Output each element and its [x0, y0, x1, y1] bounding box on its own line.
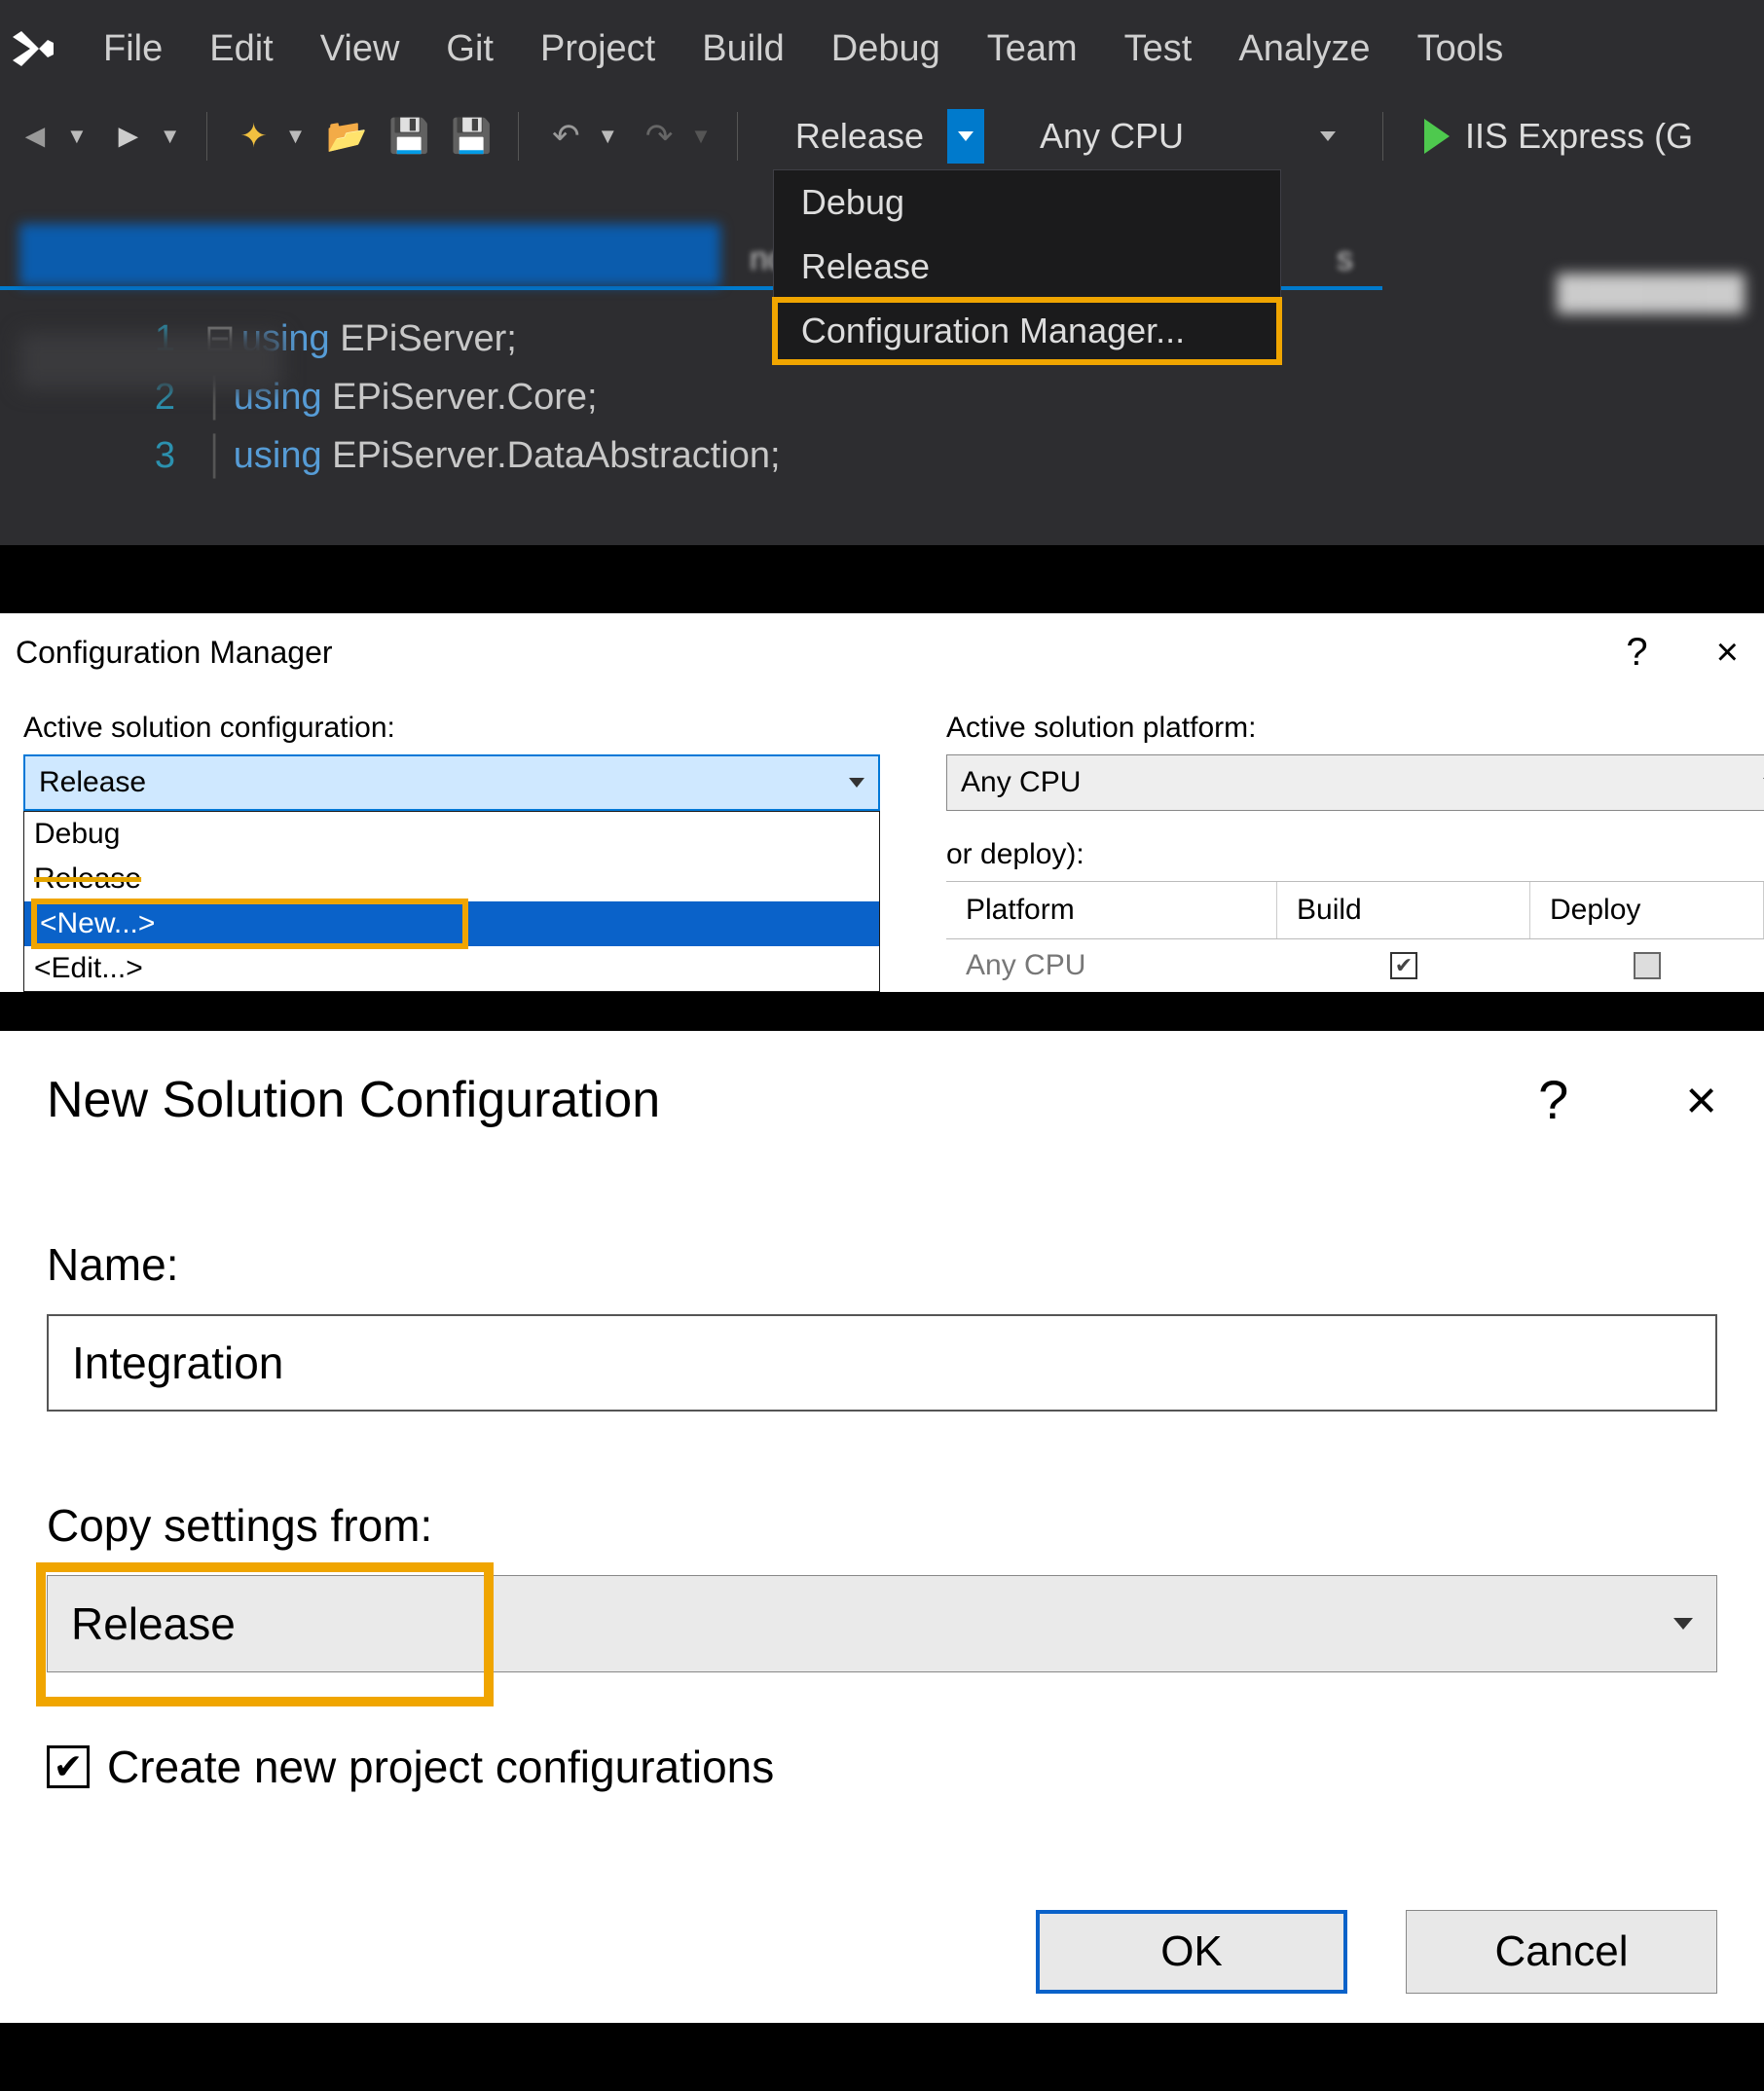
name-input-value: Integration — [72, 1337, 283, 1389]
dialog-titlebar: New Solution Configuration ? × — [47, 1068, 1717, 1131]
separator — [1382, 112, 1383, 161]
deploy-checkbox[interactable] — [1634, 952, 1661, 979]
separator — [518, 112, 519, 161]
visual-studio-window: File Edit View Git Project Build Debug T… — [0, 0, 1764, 545]
ok-button[interactable]: OK — [1036, 1910, 1347, 1994]
save-icon[interactable]: 💾 — [387, 115, 430, 158]
dialog-title: New Solution Configuration — [47, 1071, 660, 1129]
menu-team[interactable]: Team — [987, 28, 1078, 70]
menu-edit[interactable]: Edit — [209, 28, 273, 70]
new-solution-configuration-dialog: New Solution Configuration ? × Name: Int… — [0, 1031, 1764, 2023]
nav-forward-icon[interactable]: ► — [107, 115, 150, 158]
close-icon[interactable]: × — [1716, 631, 1739, 675]
open-folder-icon[interactable]: 📂 — [325, 115, 368, 158]
run-target-label: IIS Express (G — [1465, 116, 1693, 157]
active-tab-blurred[interactable] — [19, 224, 720, 286]
run-button[interactable]: IIS Express (G — [1409, 116, 1693, 157]
copy-from-value: Release — [71, 1597, 236, 1650]
col-build[interactable]: Build — [1277, 882, 1530, 938]
undo-icon[interactable]: ↶ — [544, 115, 587, 158]
help-icon[interactable]: ? — [1538, 1068, 1568, 1131]
list-item-release[interactable]: Release — [24, 857, 879, 901]
dropdown-item-config-manager[interactable]: Configuration Manager... — [774, 299, 1280, 363]
play-icon — [1424, 119, 1450, 154]
chevron-down-icon[interactable]: ▼ — [597, 124, 618, 149]
name-label: Name: — [47, 1238, 1717, 1291]
separator — [206, 112, 207, 161]
solution-platform-selector[interactable]: Any CPU — [1018, 107, 1357, 165]
tab-overflow-blurred: ████████ — [1557, 275, 1745, 312]
chevron-down-icon — [1673, 1618, 1693, 1630]
checkbox-icon[interactable]: ✔ — [47, 1745, 90, 1788]
menu-file[interactable]: File — [103, 28, 163, 70]
dialog-button-row: OK Cancel — [47, 1910, 1717, 1994]
active-platform-value: Any CPU — [961, 766, 1081, 799]
menu-project[interactable]: Project — [540, 28, 655, 70]
dialog-titlebar: Configuration Manager ? × — [0, 613, 1764, 692]
chevron-down-icon — [1320, 131, 1336, 141]
solution-config-selector[interactable]: Release — [773, 107, 999, 165]
create-new-project-configs-row[interactable]: ✔ Create new project configurations — [47, 1741, 1717, 1793]
close-icon[interactable]: × — [1685, 1068, 1717, 1131]
copy-from-select[interactable]: Release — [47, 1575, 1717, 1672]
menu-bar: File Edit View Git Project Build Debug T… — [0, 0, 1764, 97]
active-platform-label: Active solution platform: — [946, 712, 1764, 745]
active-config-select[interactable]: Release — [23, 754, 880, 811]
menu-build[interactable]: Build — [702, 28, 785, 70]
menu-debug[interactable]: Debug — [831, 28, 940, 70]
dropdown-button-icon[interactable] — [947, 109, 984, 164]
code-text: EPiServer.Core; — [322, 377, 598, 418]
cancel-button[interactable]: Cancel — [1406, 1910, 1717, 1994]
configuration-manager-dialog: Configuration Manager ? × Active solutio… — [0, 613, 1764, 992]
active-config-label: Active solution configuration: — [23, 712, 900, 745]
active-config-dropdown-list: Debug Release <New...> <Edit...> — [23, 811, 880, 992]
new-item-icon[interactable]: ✦ — [233, 115, 276, 158]
cell-platform[interactable]: Any CPU — [946, 949, 1277, 982]
list-item-debug[interactable]: Debug — [24, 812, 879, 857]
dropdown-item-debug[interactable]: Debug — [774, 170, 1280, 235]
dialog-title: Configuration Manager — [16, 635, 333, 671]
menu-view[interactable]: View — [320, 28, 400, 70]
keyword: using — [234, 435, 322, 476]
col-platform[interactable]: Platform — [946, 882, 1277, 938]
menu-git[interactable]: Git — [446, 28, 494, 70]
list-item-new[interactable]: <New...> — [24, 901, 879, 946]
menu-analyze[interactable]: Analyze — [1238, 28, 1370, 70]
chevron-down-icon — [849, 778, 864, 788]
grid-hint-text: or deploy): — [946, 838, 1764, 871]
code-text: EPiServer.DataAbstraction; — [322, 435, 781, 476]
project-grid-header: Platform Build Deploy — [946, 881, 1764, 939]
vs-logo-icon — [10, 25, 56, 72]
col-deploy[interactable]: Deploy — [1530, 882, 1764, 938]
code-text: EPiServer; — [330, 318, 517, 359]
tab-text-truncated: s — [1337, 240, 1353, 286]
solution-platform-value: Any CPU — [1040, 116, 1184, 157]
toolbar: ◄ ▼ ► ▼ ✦ ▼ 📂 💾 💾 ↶ ▼ ↷ ▼ Release Debug … — [0, 97, 1764, 175]
line-number: 3 — [0, 426, 175, 485]
breadcrumb-blurred — [19, 333, 282, 389]
nav-back-icon[interactable]: ◄ — [14, 115, 56, 158]
copy-from-label: Copy settings from: — [47, 1499, 1717, 1552]
solution-config-dropdown: Debug Release Configuration Manager... — [773, 169, 1281, 364]
active-platform-select[interactable]: Any CPU — [946, 754, 1764, 811]
chevron-down-icon[interactable]: ▼ — [690, 124, 712, 149]
save-all-icon[interactable]: 💾 — [450, 115, 493, 158]
build-checkbox[interactable]: ✔ — [1390, 952, 1417, 979]
solution-config-value: Release — [795, 116, 924, 157]
dropdown-item-release[interactable]: Release — [774, 235, 1280, 299]
chevron-down-icon[interactable]: ▼ — [160, 124, 181, 149]
separator — [737, 112, 738, 161]
chevron-down-icon[interactable]: ▼ — [66, 124, 88, 149]
redo-icon[interactable]: ↷ — [638, 115, 680, 158]
list-item-edit[interactable]: <Edit...> — [24, 946, 879, 991]
name-input[interactable]: Integration — [47, 1314, 1717, 1412]
menu-test[interactable]: Test — [1124, 28, 1193, 70]
active-config-value: Release — [39, 766, 146, 799]
menu-tools[interactable]: Tools — [1417, 28, 1504, 70]
help-icon[interactable]: ? — [1626, 631, 1647, 675]
project-grid-row: Any CPU ✔ — [946, 939, 1764, 992]
code-lines: ⊟using EPiServer; │using EPiServer.Core;… — [204, 310, 781, 485]
checkbox-label: Create new project configurations — [107, 1741, 774, 1793]
chevron-down-icon[interactable]: ▼ — [285, 124, 307, 149]
